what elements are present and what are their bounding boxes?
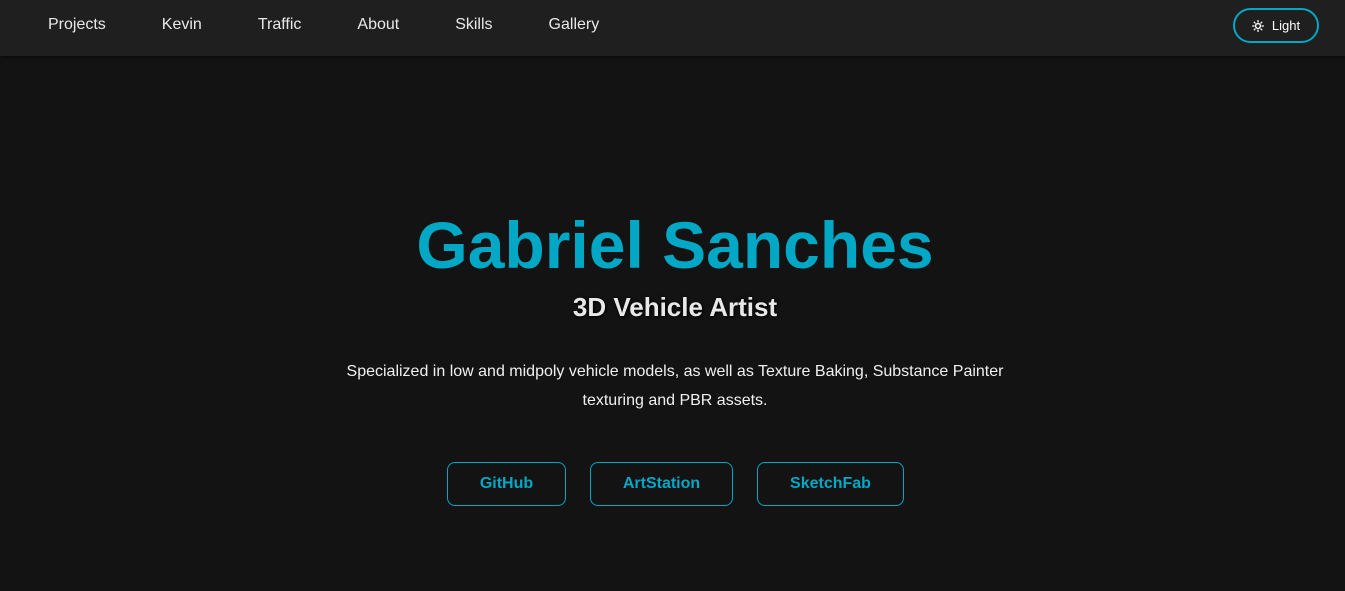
artstation-button[interactable]: ArtStation <box>590 462 733 506</box>
nav-link-projects[interactable]: Projects <box>48 16 106 34</box>
hero-description: Specialized in low and midpoly vehicle m… <box>346 363 1004 409</box>
theme-toggle-label: Light <box>1271 18 1301 33</box>
nav-link-about[interactable]: About <box>357 16 399 34</box>
hero-role: 3D Vehicle Artist <box>572 292 778 322</box>
theme-toggle-button[interactable]: Light <box>1233 8 1319 43</box>
top-navbar: Projects Kevin Traffic About Skills Gall… <box>0 0 1345 56</box>
hero-section: Gabriel Sanches 3D Vehicle Artist Specia… <box>0 56 1345 591</box>
nav-links: Projects Kevin Traffic About Skills Gall… <box>48 0 655 50</box>
nav-link-gallery[interactable]: Gallery <box>549 16 600 34</box>
nav-link-traffic[interactable]: Traffic <box>258 16 302 34</box>
sun-icon <box>1251 19 1264 32</box>
hero-name: Gabriel Sanches <box>416 208 934 282</box>
github-button[interactable]: GitHub <box>447 462 566 506</box>
nav-link-kevin[interactable]: Kevin <box>162 16 202 34</box>
nav-link-skills[interactable]: Skills <box>455 16 492 34</box>
sketchfab-button[interactable]: SketchFab <box>757 462 904 506</box>
